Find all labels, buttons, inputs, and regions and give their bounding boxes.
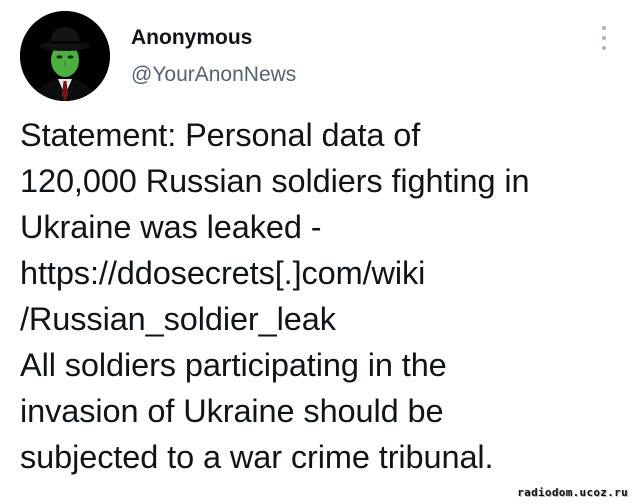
tweet-line: 120,000 Russian soldiers fighting in [20, 163, 530, 199]
tweet-line: invasion of Ukraine should be [20, 393, 444, 429]
tweet-line: Statement: Personal data of [20, 117, 421, 153]
tweet-line: Ukraine was leaked - [20, 209, 322, 245]
anonymous-mask-avatar-icon [20, 11, 110, 101]
tweet-link-line: /Russian_soldier_leak [20, 301, 336, 337]
author-handle[interactable]: @YourAnonNews [131, 63, 296, 87]
author-display-name[interactable]: Anonymous [131, 26, 252, 50]
watermark: radiodom.ucoz.ru [513, 485, 632, 500]
tweet-card: Anonymous @YourAnonNews Statement: Perso… [0, 0, 640, 504]
tweet-link-line: https://ddosecrets[.]com/wiki [20, 255, 426, 291]
avatar[interactable] [20, 11, 110, 101]
tweet-line: All soldiers participating in the [20, 347, 447, 383]
tweet-text: Statement: Personal data of 120,000 Russ… [20, 112, 628, 480]
more-options-button[interactable] [592, 22, 616, 54]
tweet-line: subjected to a war crime tribunal. [20, 439, 494, 475]
more-vertical-icon [602, 26, 606, 30]
